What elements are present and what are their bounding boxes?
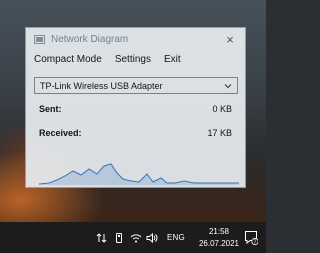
network-updown-icon[interactable] bbox=[96, 232, 108, 244]
notification-count: 7 bbox=[254, 239, 257, 245]
adapter-dropdown[interactable]: TP-Link Wireless USB Adapter bbox=[34, 77, 238, 94]
usb-icon[interactable] bbox=[113, 232, 125, 244]
received-value: 17 KB bbox=[207, 128, 232, 138]
network-diagram-window: Network Diagram × Compact Mode Settings … bbox=[25, 27, 246, 188]
sent-value: 0 KB bbox=[212, 104, 232, 114]
chevron-down-icon bbox=[224, 83, 232, 88]
window-title: Network Diagram bbox=[51, 33, 129, 45]
notification-center-icon[interactable]: 7 bbox=[244, 230, 258, 245]
language-indicator[interactable]: ENG bbox=[167, 233, 185, 242]
menu-exit[interactable]: Exit bbox=[164, 54, 181, 65]
speaker-icon[interactable] bbox=[146, 232, 158, 244]
taskbar: ENG 21:58 26.07.2021 7 bbox=[0, 222, 266, 253]
wifi-icon[interactable] bbox=[130, 232, 142, 244]
clock[interactable]: 21:58 26.07.2021 bbox=[193, 226, 245, 250]
adapter-dropdown-value: TP-Link Wireless USB Adapter bbox=[40, 80, 163, 91]
close-button[interactable]: × bbox=[223, 33, 237, 46]
sent-label: Sent: bbox=[39, 104, 62, 114]
traffic-graph bbox=[39, 163, 239, 185]
sent-row: Sent: 0 KB bbox=[26, 103, 245, 115]
received-row: Received: 17 KB bbox=[26, 127, 245, 139]
title-bar[interactable]: Network Diagram × bbox=[26, 28, 245, 50]
app-icon bbox=[34, 34, 45, 44]
menu-compact-mode[interactable]: Compact Mode bbox=[34, 54, 102, 65]
clock-date: 26.07.2021 bbox=[198, 239, 240, 248]
menu-settings[interactable]: Settings bbox=[115, 54, 151, 65]
menu-bar: Compact Mode Settings Exit bbox=[26, 50, 245, 68]
clock-time: 21:58 bbox=[208, 227, 230, 236]
received-label: Received: bbox=[39, 128, 82, 138]
